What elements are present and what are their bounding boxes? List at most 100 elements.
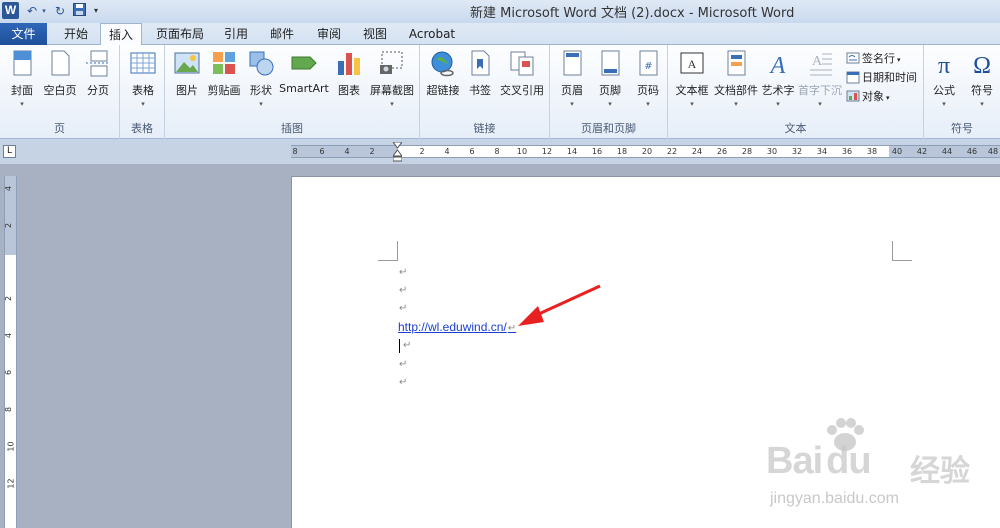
tab-home[interactable]: 开始 (57, 23, 95, 45)
ruler-number: 48 (987, 147, 999, 156)
cover-page-button[interactable]: 封面 ▾ (4, 49, 40, 108)
clip-art-button[interactable]: 剪贴画 (205, 49, 243, 98)
pi-icon: π (938, 53, 950, 79)
picture-icon (174, 52, 200, 74)
ruler-number: 8 (494, 147, 500, 156)
page-number-icon: # (639, 50, 658, 76)
bookmark-button[interactable]: 书签 (464, 49, 496, 98)
tab-references[interactable]: 引用 (218, 23, 254, 45)
group-label-links: 链接 (473, 122, 496, 135)
svg-text:A: A (769, 53, 786, 79)
footer-button[interactable]: 页脚 ▾ (592, 49, 628, 108)
cross-reference-icon (510, 51, 534, 76)
omega-icon: Ω (973, 53, 991, 79)
group-tables: 表格 ▾ 表格 (120, 45, 165, 139)
picture-button[interactable]: 图片 (171, 49, 203, 98)
word-app-icon[interactable]: W (2, 2, 19, 19)
symbol-button[interactable]: Ω 符号 ▾ (964, 49, 1000, 108)
ruler-number: 4 (344, 147, 350, 156)
calendar-icon (846, 71, 860, 84)
object-button[interactable]: 对象 ▾ (846, 88, 890, 106)
ruler-number: 40 (891, 147, 903, 156)
tab-insert[interactable]: 插入 (100, 23, 142, 46)
screenshot-button[interactable]: 屏幕截图 ▾ (367, 49, 417, 108)
screenshot-icon (380, 51, 403, 74)
ruler-number: 18 (616, 147, 628, 156)
ruler-row: L 8 6 4 2 2 4 6 8 10 12 14 16 18 20 22 2… (0, 139, 1000, 164)
wordart-icon: A (769, 53, 786, 79)
ruler-number: 8 (292, 147, 298, 156)
table-button[interactable]: 表格 ▾ (124, 49, 162, 108)
indent-marker[interactable] (393, 142, 402, 162)
page-number-button[interactable]: # 页码 ▾ (630, 49, 666, 108)
save-icon[interactable] (71, 3, 87, 19)
tab-mailings[interactable]: 邮件 (264, 23, 300, 45)
cover-page-icon (13, 50, 32, 76)
paragraph-mark: ↵ (399, 359, 408, 370)
watermark-brand-cn: 经验 (910, 454, 970, 489)
ruler-number: 22 (666, 147, 678, 156)
crop-mark-left (378, 241, 398, 261)
ruler-number: 10 (516, 147, 528, 156)
vertical-ruler[interactable]: 4 2 2 4 6 8 10 12 (4, 176, 17, 528)
header-button[interactable]: 页眉 ▾ (554, 49, 590, 108)
ruler-number: 24 (691, 147, 703, 156)
ruler-number: 4 (4, 185, 14, 192)
customize-toolbar-icon[interactable]: ▾ (91, 3, 101, 19)
hyperlink-button[interactable]: 超链接 (424, 49, 462, 98)
ruler-number: 10 (6, 441, 16, 452)
tab-view[interactable]: 视图 (357, 23, 393, 45)
bookmark-icon (471, 50, 490, 76)
tab-review[interactable]: 审阅 (311, 23, 347, 45)
page-break-icon (86, 50, 110, 77)
group-label-symbols: 符号 (951, 122, 973, 135)
group-text: A 文本框 ▾ 文档部件 ▾ A 艺术字 ▾ A 首字下沉 ▾ 签名行 ▾ 日期和… (668, 45, 924, 139)
tab-file[interactable]: 文件 (0, 23, 47, 45)
ruler-number: 32 (791, 147, 803, 156)
ruler-number: 4 (444, 147, 450, 156)
tab-selector-button[interactable]: L (3, 145, 16, 158)
paragraph-mark: ↵ (399, 303, 408, 314)
tab-acrobat[interactable]: Acrobat (403, 23, 461, 45)
hyperlink-text[interactable]: http://wl.eduwind.cn/↵ (398, 320, 516, 334)
drop-cap-icon: A (810, 53, 832, 76)
smartart-button[interactable]: SmartArt (279, 49, 329, 95)
ruler-number: 36 (841, 147, 853, 156)
blank-page-button[interactable]: 空白页 (40, 49, 80, 98)
group-label-pages: 页 (54, 122, 65, 135)
equation-button[interactable]: π 公式 ▾ (926, 49, 962, 108)
wordart-button[interactable]: A 艺术字 ▾ (760, 49, 796, 108)
date-time-button[interactable]: 日期和时间 (846, 69, 917, 87)
drop-cap-button[interactable]: A 首字下沉 ▾ (796, 49, 844, 108)
ruler-number: 6 (469, 147, 475, 156)
red-arrow-annotation (518, 284, 601, 326)
ruler-number: 12 (6, 478, 16, 489)
page-break-button[interactable]: 分页 (80, 49, 116, 98)
redo-icon[interactable]: ↻ (52, 3, 68, 19)
baidu-jingyan-watermark: Bai du 经验 jingyan.baidu.com (760, 418, 1000, 528)
shapes-button[interactable]: 形状 ▾ (245, 49, 277, 108)
undo-dropdown-icon[interactable]: ▾ (40, 3, 48, 19)
cross-reference-button[interactable]: 交叉引用 (498, 49, 546, 98)
svg-text:π: π (938, 53, 950, 79)
chart-button[interactable]: 图表 (333, 49, 365, 98)
ruler-number: 30 (766, 147, 778, 156)
group-label-illustrations: 插图 (281, 122, 303, 135)
ruler-number: 42 (916, 147, 928, 156)
ruler-number: 2 (419, 147, 425, 156)
signature-line-button[interactable]: 签名行 ▾ (846, 50, 901, 68)
crop-mark-right (892, 241, 912, 261)
table-icon (130, 52, 156, 74)
ruler-number: 28 (741, 147, 753, 156)
ruler-number: 20 (641, 147, 653, 156)
ribbon-tab-row: 文件 开始 插入 页面布局 引用 邮件 审阅 视图 Acrobat (0, 23, 1000, 46)
ruler-number: 12 (541, 147, 553, 156)
ruler-number: 14 (566, 147, 578, 156)
tab-page-layout[interactable]: 页面布局 (150, 23, 210, 45)
paragraph-mark: ↵ (403, 340, 412, 351)
svg-text:A: A (812, 54, 823, 69)
ruler-number: 8 (4, 406, 14, 413)
quick-parts-button[interactable]: 文档部件 ▾ (712, 49, 760, 108)
undo-icon[interactable]: ↶ (24, 3, 40, 19)
text-box-button[interactable]: A 文本框 ▾ (672, 49, 712, 108)
